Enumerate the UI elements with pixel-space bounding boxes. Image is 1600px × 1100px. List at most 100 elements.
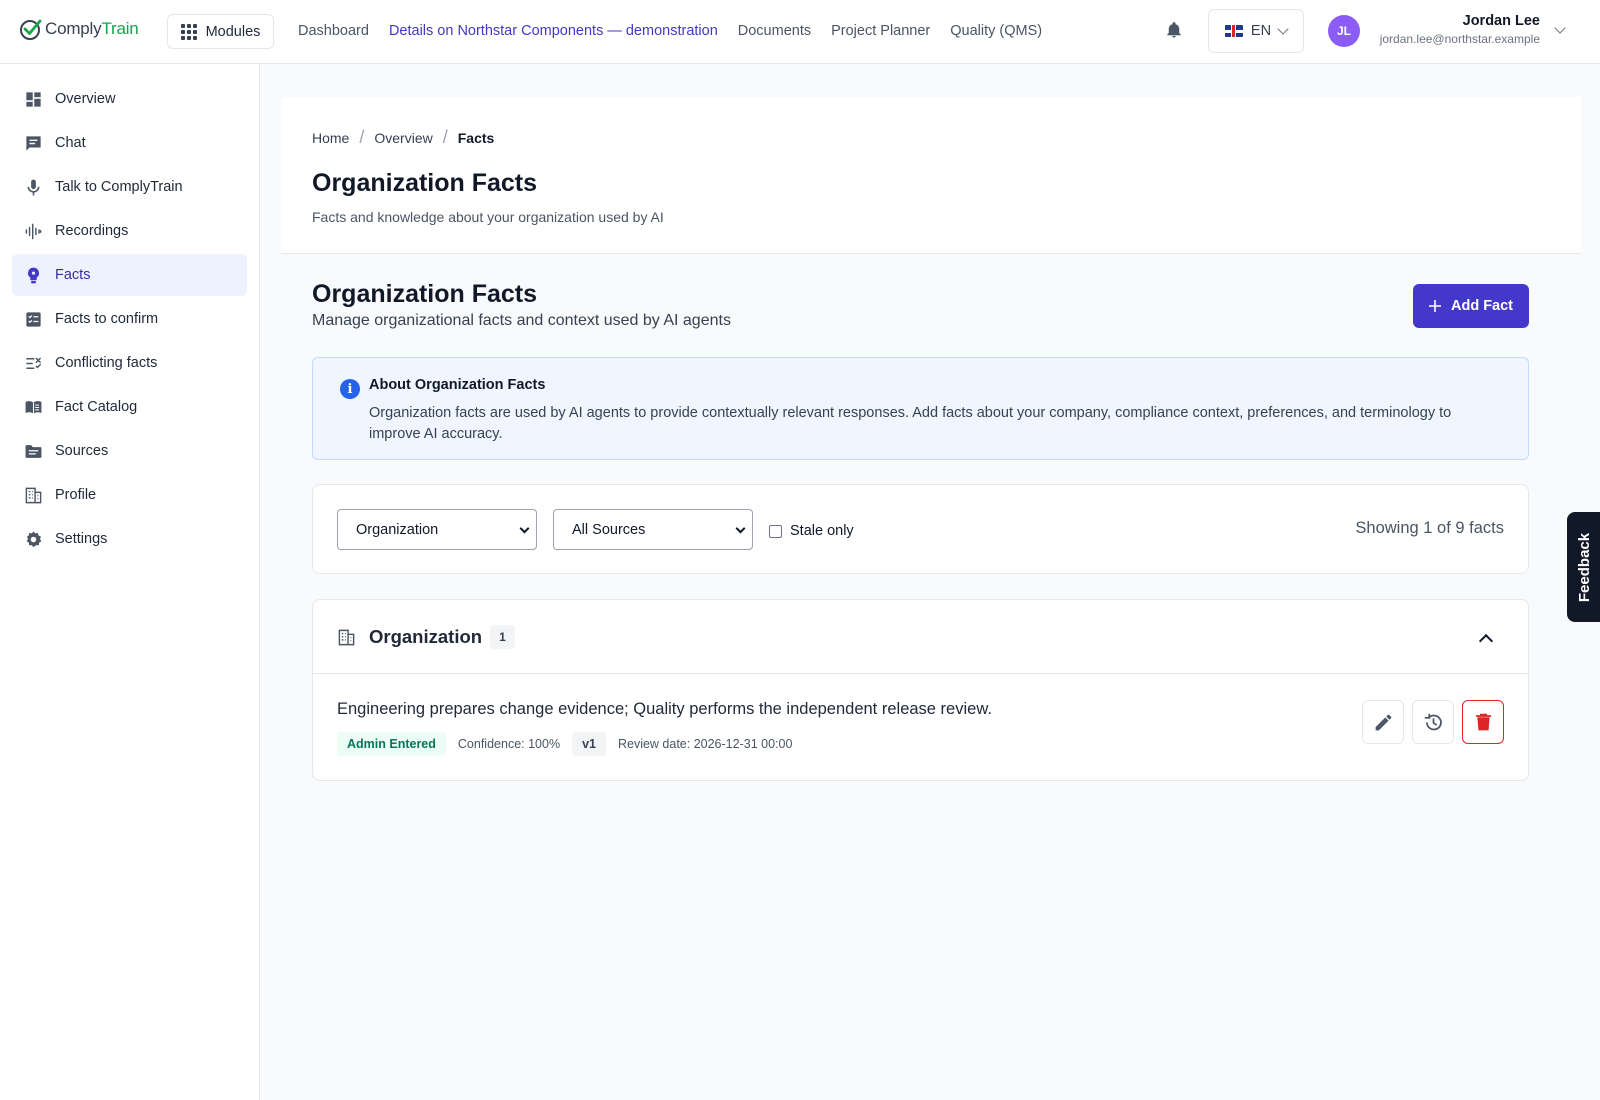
chat-icon [26, 135, 41, 151]
add-fact-label: Add Fact [1450, 298, 1514, 314]
confidence-value: Confidence: 100% [457, 737, 561, 751]
trash-icon [1475, 713, 1491, 730]
chevron-down-icon [519, 523, 530, 534]
sidebar-item-talk[interactable]: Talk to ComplyTrain [12, 166, 247, 208]
sidebar-item-label: Sources [55, 443, 109, 459]
fact-group-card: Organization 1 Engineering prepares chan… [312, 599, 1529, 781]
gear-icon [26, 530, 42, 547]
sidebar-item-facts-to-confirm[interactable]: Facts to confirm [12, 298, 247, 340]
info-callout: i About Organization Facts Organization … [312, 357, 1529, 460]
sidebar-item-overview[interactable]: Overview [12, 78, 247, 120]
topnav-dashboard[interactable]: Dashboard [298, 23, 369, 39]
modules-label: Modules [205, 23, 261, 40]
chevron-up-icon[interactable] [1478, 633, 1494, 649]
sidebar-item-fact-catalog[interactable]: Fact Catalog [12, 386, 247, 428]
conflict-list-icon [26, 356, 42, 369]
breadcrumb-separator: / [359, 127, 365, 147]
sidebar-item-label: Settings [55, 531, 108, 547]
pencil-icon [1375, 714, 1391, 730]
breadcrumb-separator: / [442, 127, 448, 147]
results-count: Showing 1 of 9 facts [1355, 519, 1504, 537]
source-select[interactable]: All Sources [553, 509, 753, 550]
sidebar-item-label: Facts [55, 267, 91, 283]
sidebar-item-label: Facts to confirm [55, 311, 159, 327]
topnav-project-planner[interactable]: Project Planner [831, 23, 930, 39]
sidebar-item-label: Chat [55, 135, 86, 151]
breadcrumb-current: Facts [457, 129, 495, 146]
stale-only-toggle[interactable]: Stale only [769, 523, 854, 539]
version-badge: v1 [572, 732, 606, 756]
language-selector[interactable]: EN [1208, 9, 1304, 53]
sidebar-item-conflicting-facts[interactable]: Conflicting facts [12, 342, 247, 384]
scope-select-value: Organization [356, 521, 439, 538]
section-subtitle: Manage organizational facts and context … [312, 312, 731, 329]
lightbulb-icon [28, 267, 39, 283]
delete-fact-button[interactable] [1462, 700, 1504, 744]
topnav-quality[interactable]: Quality (QMS) [950, 23, 1042, 39]
source-select-value: All Sources [572, 521, 646, 538]
feedback-tab[interactable]: Feedback [1567, 512, 1600, 622]
topnav-project-details[interactable]: Details on Northstar Components — demons… [389, 23, 718, 39]
sidebar-item-facts[interactable]: Facts [12, 254, 247, 296]
chevron-down-icon [735, 523, 746, 534]
section-title: Organization Facts [312, 280, 538, 308]
user-name: Jordan Lee [1462, 13, 1540, 29]
sidebar-item-label: Overview [55, 91, 116, 107]
breadcrumb-overview[interactable]: Overview [374, 130, 432, 146]
edit-fact-button[interactable] [1362, 700, 1404, 744]
bell-icon[interactable] [1165, 20, 1183, 40]
checklist-icon [26, 311, 41, 327]
add-fact-button[interactable]: Add Fact [1413, 284, 1529, 328]
page-title: Organization Facts [312, 169, 538, 197]
grid-icon [180, 23, 197, 40]
sidebar-item-label: Conflicting facts [55, 355, 158, 371]
top-bar: ComplyTrain Modules Dashboard Details on… [0, 0, 1600, 64]
user-info[interactable]: Jordan Lee jordan.lee@northstar.example [1380, 13, 1540, 46]
uk-flag-icon [1224, 25, 1243, 37]
avatar[interactable]: JL [1328, 15, 1360, 47]
stale-only-label: Stale only [790, 523, 854, 539]
sidebar-item-settings[interactable]: Settings [12, 518, 247, 560]
sidebar-item-recordings[interactable]: Recordings [12, 210, 247, 252]
sidebar-item-label: Recordings [55, 223, 129, 239]
sidebar-item-sources[interactable]: Sources [12, 430, 247, 472]
page-subtitle: Facts and knowledge about your organizat… [312, 209, 664, 225]
sidebar-item-profile[interactable]: Profile [12, 474, 247, 516]
book-icon [25, 400, 42, 413]
app-logo[interactable]: ComplyTrain [19, 17, 139, 41]
building-icon [25, 487, 42, 503]
review-date: Review date: 2026-12-31 00:00 [617, 737, 793, 751]
fact-text: Engineering prepares change evidence; Qu… [337, 700, 992, 718]
info-text: Organization facts are used by AI agents… [369, 405, 1452, 442]
dashboard-icon [26, 91, 41, 107]
modules-button[interactable]: Modules [167, 14, 274, 49]
fact-group-count-badge: 1 [490, 625, 515, 649]
top-navigation: Dashboard Details on Northstar Component… [298, 0, 1042, 62]
microphone-icon [27, 179, 40, 195]
sidebar-item-chat[interactable]: Chat [12, 122, 247, 164]
scope-select[interactable]: Organization [337, 509, 537, 550]
language-code: EN [1250, 23, 1272, 39]
fact-history-button[interactable] [1412, 700, 1454, 744]
stale-only-checkbox[interactable] [769, 524, 782, 538]
sidebar-item-label: Fact Catalog [55, 399, 138, 415]
feedback-label: Feedback [1576, 532, 1594, 602]
fact-group-title: Organization [369, 626, 483, 647]
user-email: jordan.lee@northstar.example [1379, 32, 1540, 46]
sidebar-item-label: Talk to ComplyTrain [55, 179, 183, 195]
topnav-documents[interactable]: Documents [738, 23, 811, 39]
logo-check-icon [20, 19, 42, 40]
history-icon [1424, 713, 1442, 730]
info-icon: i [340, 379, 360, 399]
breadcrumb-home[interactable]: Home [312, 130, 349, 146]
building-icon [338, 629, 355, 646]
sidebar: Overview Chat Talk to ComplyTrain Record… [0, 64, 260, 1100]
fact-group-header[interactable]: Organization 1 [313, 600, 1528, 674]
info-title: About Organization Facts [369, 377, 546, 393]
page-header: Home / Overview / Facts Organization Fac… [281, 97, 1581, 254]
user-menu-chevron-icon[interactable] [1554, 22, 1566, 34]
fact-metadata: Admin Entered Confidence: 100% v1 Review… [337, 732, 792, 756]
source-tag: Admin Entered [337, 732, 446, 756]
folder-icon [25, 444, 42, 458]
chevron-down-icon [1277, 23, 1289, 35]
